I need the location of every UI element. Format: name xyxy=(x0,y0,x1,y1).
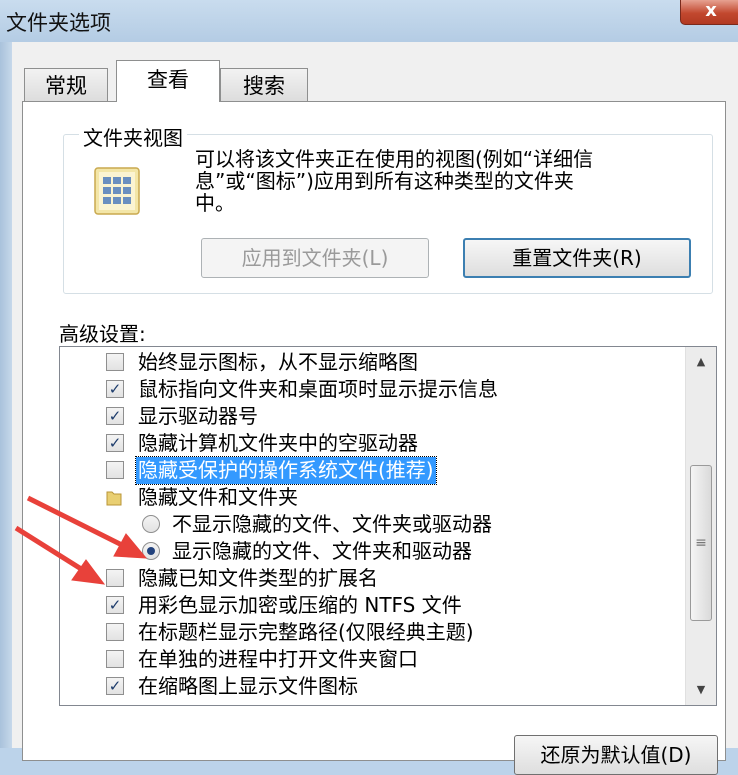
checkbox[interactable] xyxy=(106,569,124,587)
scroll-up-icon[interactable]: ▲ xyxy=(686,351,716,373)
folder-view-icon xyxy=(94,167,140,215)
list-item[interactable]: 在单独的进程中打开文件夹窗口 xyxy=(60,646,680,673)
checkbox[interactable] xyxy=(106,461,124,479)
list-item-label: 在标题栏显示完整路径(仅限经典主题) xyxy=(138,620,474,644)
checkbox[interactable]: ✓ xyxy=(106,596,124,614)
advanced-settings-tree[interactable]: 始终显示图标，从不显示缩略图 ✓ 鼠标指向文件夹和桌面项时显示提示信息 ✓ 显示… xyxy=(59,346,717,706)
tab-search[interactable]: 搜索 xyxy=(220,68,308,102)
list-item-label: 隐藏已知文件类型的扩展名 xyxy=(138,566,378,590)
tab-view[interactable]: 查看 xyxy=(116,60,220,102)
checkbox[interactable] xyxy=(106,353,124,371)
list-item[interactable]: ✓ 鼠标指向文件夹和桌面项时显示提示信息 xyxy=(60,376,680,403)
folder-view-description: 可以将该文件夹正在使用的视图(例如“详细信 息”或“图标”)应用到所有这种类型的… xyxy=(195,147,594,215)
view-tab-panel: 文件夹视图 可以将该文件夹正在使用的视图(例如“详细信 息”或“图标”)应用到所… xyxy=(22,101,726,761)
radio-button[interactable] xyxy=(142,542,160,560)
list-item[interactable]: 在标题栏显示完整路径(仅限经典主题) xyxy=(60,619,680,646)
radio-button[interactable] xyxy=(142,515,160,533)
list-item-label: 在缩略图上显示文件图标 xyxy=(138,674,358,698)
list-item-label: 在单独的进程中打开文件夹窗口 xyxy=(138,647,418,671)
scrollbar-thumb[interactable]: ≡ xyxy=(690,465,712,621)
list-item-label: 隐藏受保护的操作系统文件(推荐) xyxy=(135,456,437,485)
list-item[interactable]: ✓ 显示驱动器号 xyxy=(60,403,680,430)
list-item[interactable]: 隐藏文件和文件夹 xyxy=(60,484,680,511)
tab-general[interactable]: 常规 xyxy=(24,68,108,102)
list-item[interactable]: 不显示隐藏的文件、文件夹或驱动器 xyxy=(60,511,680,538)
list-item-label: 用彩色显示加密或压缩的 NTFS 文件 xyxy=(138,593,462,617)
checkbox[interactable]: ✓ xyxy=(106,677,124,695)
list-item[interactable]: ✓ 在缩略图上显示文件图标 xyxy=(60,673,680,700)
list-item-label: 显示隐藏的文件、文件夹和驱动器 xyxy=(172,539,472,563)
close-button[interactable]: x xyxy=(680,0,738,25)
list-item[interactable]: 始终显示图标，从不显示缩略图 xyxy=(60,349,680,376)
list-item-label: 隐藏文件和文件夹 xyxy=(138,485,298,509)
list-item-label: 隐藏计算机文件夹中的空驱动器 xyxy=(138,431,418,455)
list-item-label: 始终显示图标，从不显示缩略图 xyxy=(138,350,418,374)
checkbox[interactable]: ✓ xyxy=(106,380,124,398)
list-item[interactable]: ✓ 隐藏计算机文件夹中的空驱动器 xyxy=(60,430,680,457)
window-frame xyxy=(0,42,12,748)
advanced-settings-label: 高级设置: xyxy=(59,322,146,346)
list-item-label: 不显示隐藏的文件、文件夹或驱动器 xyxy=(172,512,492,536)
list-item[interactable]: 隐藏已知文件类型的扩展名 xyxy=(60,565,680,592)
scroll-down-icon[interactable]: ▼ xyxy=(686,679,716,701)
folder-icon xyxy=(106,491,122,506)
apply-to-folders-button[interactable]: 应用到文件夹(L) xyxy=(201,238,429,278)
window-title: 文件夹选项 xyxy=(6,11,111,35)
checkbox[interactable] xyxy=(106,650,124,668)
reset-folders-button[interactable]: 重置文件夹(R) xyxy=(463,238,691,278)
checkbox[interactable]: ✓ xyxy=(106,407,124,425)
list-item-label: 鼠标指向文件夹和桌面项时显示提示信息 xyxy=(138,377,498,401)
restore-defaults-button[interactable]: 还原为默认值(D) xyxy=(514,735,718,775)
list-item[interactable]: 显示隐藏的文件、文件夹和驱动器 xyxy=(60,538,680,565)
list-item-selected[interactable]: 隐藏受保护的操作系统文件(推荐) xyxy=(60,456,680,485)
checkbox[interactable] xyxy=(106,623,124,641)
list-item[interactable]: ✓ 用彩色显示加密或压缩的 NTFS 文件 xyxy=(60,592,680,619)
list-item-label: 显示驱动器号 xyxy=(138,404,258,428)
folder-view-legend: 文件夹视图 xyxy=(79,122,187,151)
vertical-scrollbar[interactable]: ▲ ≡ ▼ xyxy=(685,347,716,705)
checkbox[interactable]: ✓ xyxy=(106,434,124,452)
title-bar: 文件夹选项 x xyxy=(0,0,738,42)
